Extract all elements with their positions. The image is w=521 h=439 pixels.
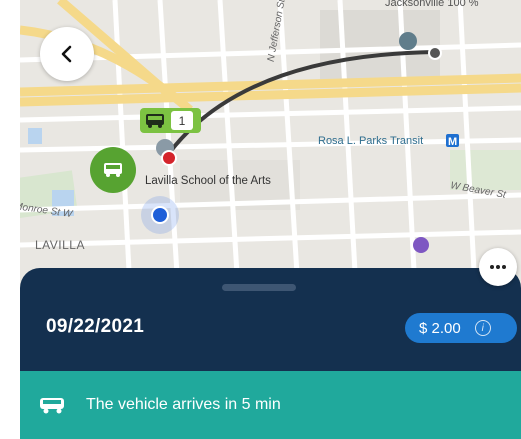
route-end-point: [428, 46, 442, 60]
origin-marker: [161, 150, 177, 166]
info-icon[interactable]: i: [474, 320, 491, 336]
bus-icon: [104, 163, 122, 177]
vehicle-badge[interactable]: 1: [140, 108, 201, 133]
svg-text:M: M: [448, 136, 457, 148]
eta-bar: The vehicle arrives in 5 min: [20, 371, 521, 439]
map-label-school: Lavilla School of the Arts: [145, 175, 271, 187]
back-button[interactable]: [40, 27, 94, 81]
chevron-left-icon: [61, 45, 72, 63]
vehicle-count: 1: [171, 111, 193, 130]
map-label-neighborhood: LAVILLA: [35, 238, 85, 252]
trip-date: 09/22/2021: [46, 316, 145, 337]
map-view[interactable]: M Jacksonville 100 % Lavilla School of t…: [20, 0, 521, 290]
map-label-top: Jacksonville 100 %: [385, 0, 479, 9]
map-label-transit: Rosa L. Parks Transit: [318, 135, 424, 147]
fare-badge[interactable]: $ 2.00 i: [405, 313, 517, 343]
bus-icon: [146, 113, 164, 128]
stop-marker[interactable]: [90, 147, 136, 193]
sheet-drag-handle[interactable]: [222, 284, 296, 291]
fare-amount: $ 2.00: [419, 319, 461, 337]
more-options-button[interactable]: [479, 248, 517, 286]
eta-message: The vehicle arrives in 5 min: [86, 396, 281, 413]
current-location-dot: [151, 206, 169, 224]
current-location-marker: [141, 196, 179, 234]
bus-icon: [40, 398, 64, 414]
more-horizontal-icon: [490, 265, 506, 269]
